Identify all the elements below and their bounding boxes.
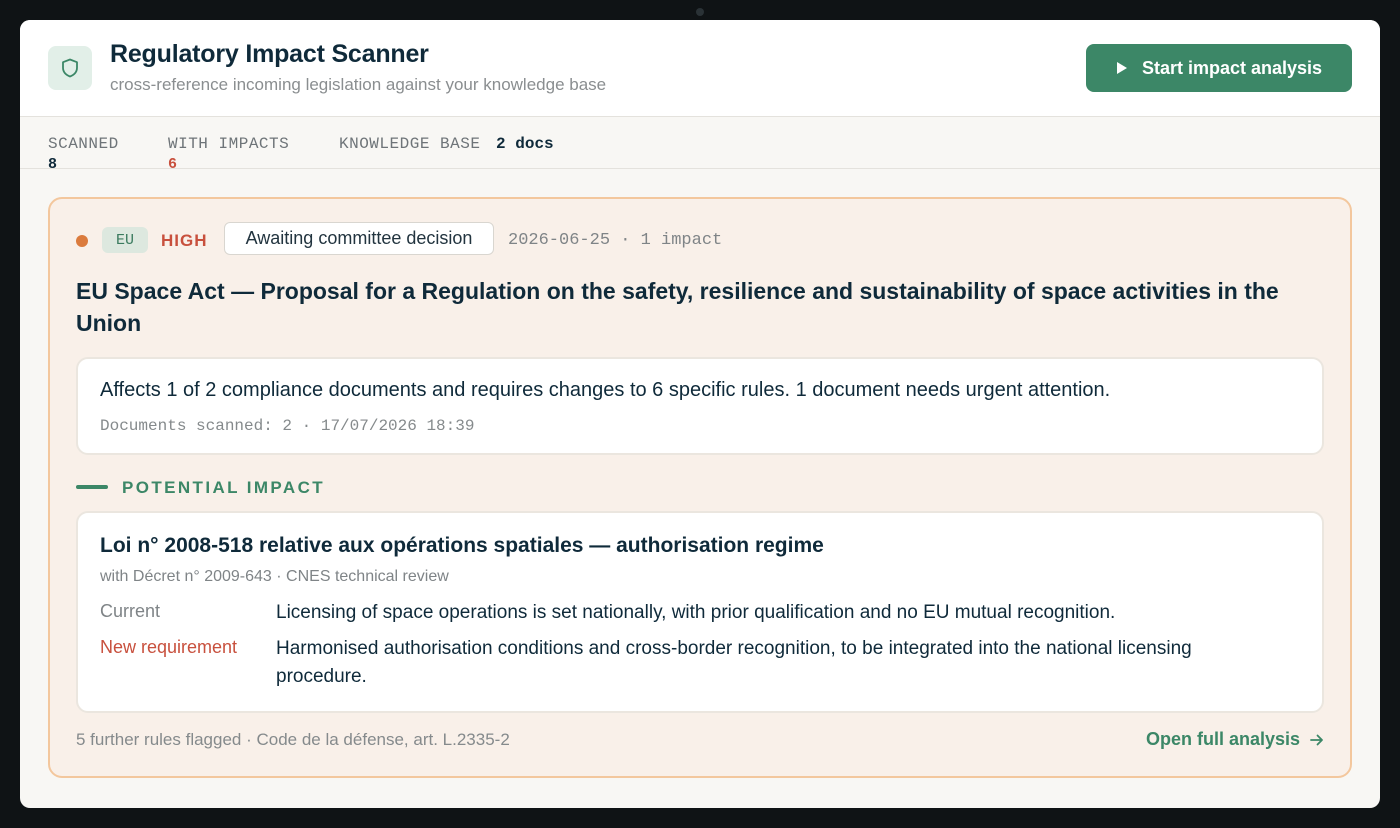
- impact-item: Loi n° 2008-518 relative aux opérations …: [76, 511, 1324, 713]
- arrow-right-icon: [1310, 734, 1323, 745]
- shield-icon: [62, 58, 78, 78]
- app-title: Regulatory Impact Scanner: [110, 40, 429, 68]
- current-text: Licensing of space operations is set nat…: [276, 602, 1116, 623]
- summary-text: Affects 1 of 2 compliance documents and …: [100, 379, 1111, 401]
- stat-with-impacts: WITH IMPACTS 6: [168, 135, 289, 173]
- stat-kb-label: KNOWLEDGE BASE: [339, 135, 481, 153]
- open-full-analysis-link[interactable]: Open full analysis: [1146, 729, 1324, 750]
- status-badge: Awaiting committee decision: [224, 222, 494, 255]
- app-header: Regulatory Impact Scanner cross-referenc…: [20, 20, 1380, 117]
- stats-bar: SCANNED 8 WITH IMPACTS 6 KNOWLEDGE BASE …: [20, 117, 1380, 173]
- app-logo: [48, 46, 92, 90]
- section-divider: [76, 485, 108, 489]
- flagged-rules-note: 5 further rules flagged · Code de la déf…: [76, 730, 510, 749]
- severity-label: HIGH: [161, 231, 208, 250]
- stat-scanned: SCANNED 8: [48, 135, 119, 173]
- new-requirement-label: New requirement: [100, 637, 238, 657]
- app-subtitle: cross-reference incoming legislation aga…: [110, 75, 607, 94]
- status-dot-icon: [76, 235, 88, 247]
- start-button-label: Start impact analysis: [1141, 57, 1323, 78]
- current-label: Current: [100, 601, 161, 621]
- stat-knowledge-base: KNOWLEDGE BASE 2 docs: [339, 135, 554, 153]
- new-requirement-text: Harmonised authorisation conditions and …: [276, 638, 1192, 687]
- play-icon: [1116, 62, 1127, 74]
- regulation-meta: 2026-06-25 · 1 impact: [508, 231, 723, 250]
- open-link-label: Open full analysis: [1145, 729, 1300, 749]
- stat-impacts-label: WITH IMPACTS: [168, 135, 290, 153]
- stat-kb-value: 2 docs: [496, 135, 554, 153]
- section-heading: POTENTIAL IMPACT: [122, 478, 326, 497]
- stat-scanned-value: 8: [48, 156, 58, 173]
- device-camera: [696, 8, 704, 16]
- stat-scanned-label: SCANNED: [48, 135, 119, 153]
- impact-subtitle: with Décret n° 2009-643 · CNES technical…: [100, 568, 449, 585]
- start-impact-analysis-button[interactable]: Start impact analysis: [1086, 44, 1352, 92]
- app-screen: Regulatory Impact Scanner cross-referenc…: [20, 20, 1380, 808]
- regulation-card: EU HIGH Awaiting committee decision 2026…: [48, 197, 1352, 778]
- regulation-title: EU Space Act — Proposal for a Regulation…: [76, 278, 1279, 336]
- impact-title: Loi n° 2008-518 relative aux opérations …: [100, 534, 824, 557]
- region-badge: EU: [102, 227, 148, 253]
- summary-meta: Documents scanned: 2 · 17/07/2026 18:39: [100, 417, 475, 435]
- stat-impacts-value: 6: [168, 156, 178, 173]
- impact-summary: Affects 1 of 2 compliance documents and …: [76, 357, 1324, 455]
